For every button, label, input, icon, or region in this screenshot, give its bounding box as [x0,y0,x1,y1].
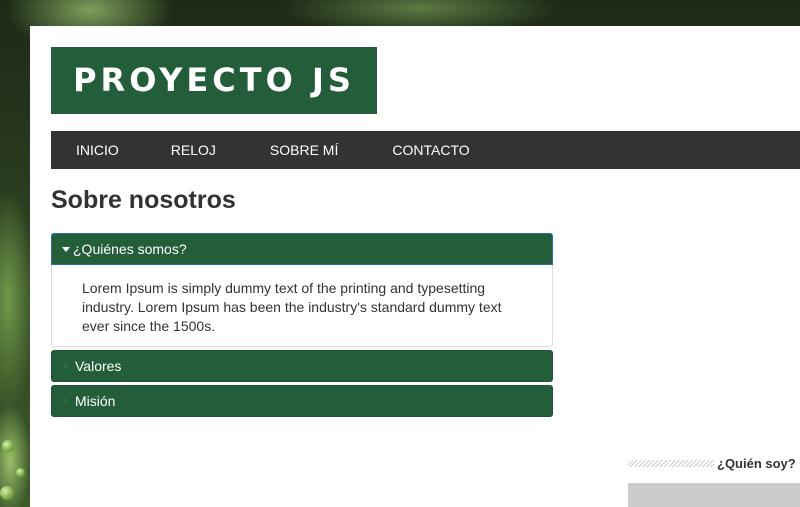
background-droplet [0,486,14,500]
site-logo[interactable]: PROYECTO JS [51,47,377,114]
accordion-panel-quienes-somos: Lorem Ipsum is simply dummy text of the … [51,265,553,347]
caret-down-icon [62,247,70,252]
sidebar-heading-text: ¿Quién soy? [717,455,796,471]
page-title: Sobre nosotros [51,186,236,214]
accordion-header-label: Valores [75,358,122,374]
sidebar-image-placeholder [628,483,800,507]
accordion-header-label: Misión [75,393,116,409]
sidebar-heading: ¿Quién soy? [628,454,800,472]
nav-item-inicio[interactable]: INICIO [76,131,119,169]
main-nav: INICIO RELOJ SOBRE MÍ CONTACTO [51,131,800,169]
page-container: PROYECTO JS INICIO RELOJ SOBRE MÍ CONTAC… [30,26,800,507]
accordion-header-valores[interactable]: Valores [51,350,553,382]
accordion-header-label: ¿Quiénes somos? [73,241,187,257]
nav-item-reloj[interactable]: RELOJ [171,131,216,169]
accordion: ¿Quiénes somos? Lorem Ipsum is simply du… [51,233,553,417]
background-droplet [2,440,14,452]
caret-right-icon [64,397,69,405]
heading-hatch-decoration [628,459,714,467]
caret-right-icon [64,362,69,370]
accordion-header-quienes-somos[interactable]: ¿Quiénes somos? [51,233,553,265]
nav-item-contacto[interactable]: CONTACTO [392,131,469,169]
nav-item-sobre-mi[interactable]: SOBRE MÍ [270,131,338,169]
accordion-panel-text: Lorem Ipsum is simply dummy text of the … [82,280,502,334]
accordion-header-mision[interactable]: Misión [51,385,553,417]
background-droplet [16,468,25,477]
